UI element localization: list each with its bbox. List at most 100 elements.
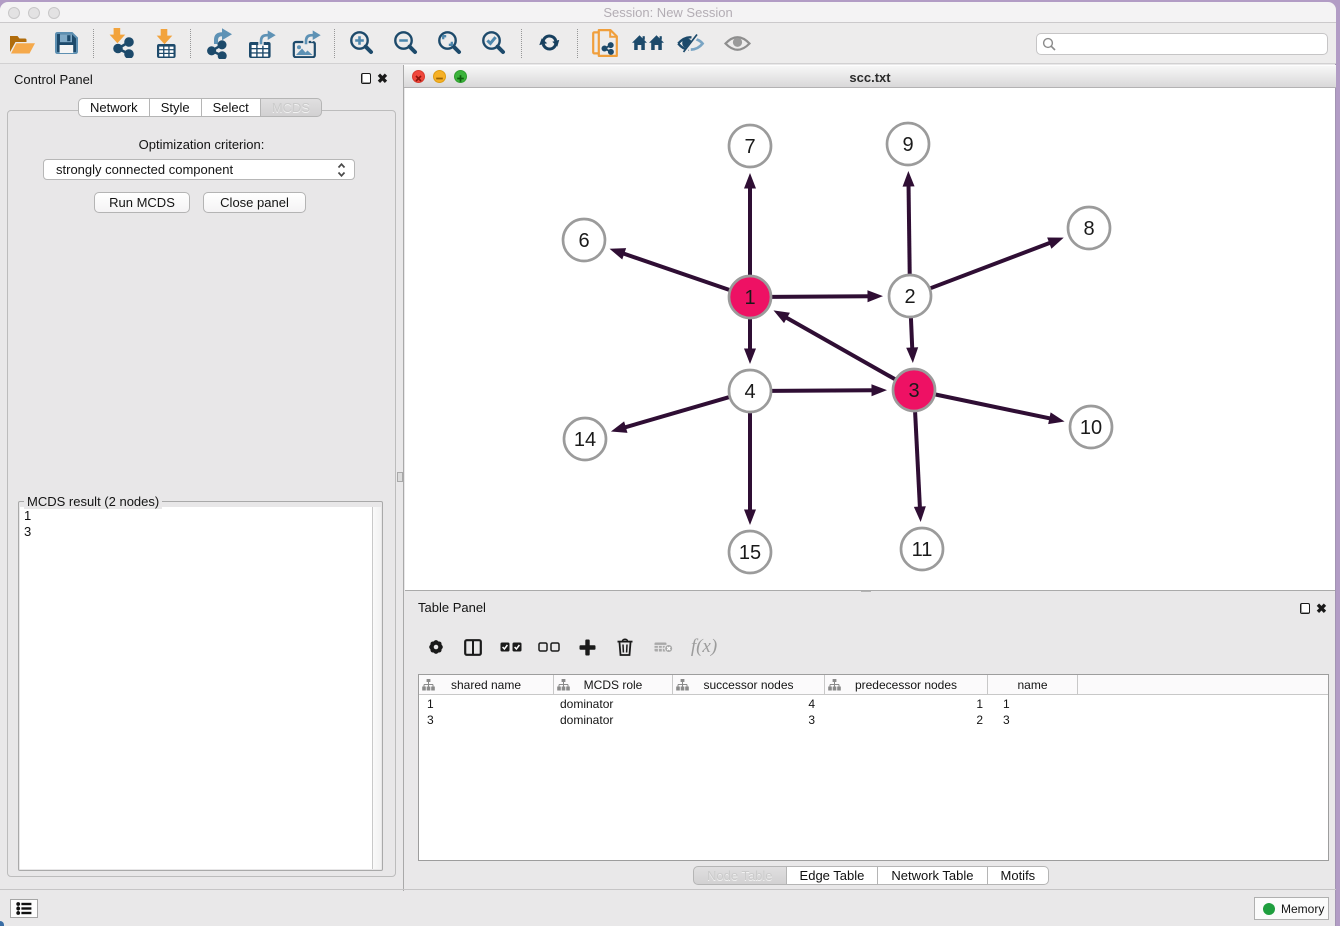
export-network-button[interactable]: [201, 25, 239, 61]
edge-2-8[interactable]: [931, 242, 1052, 288]
save-session-button[interactable]: [47, 25, 85, 61]
table-row[interactable]: 3dominator323: [419, 712, 1328, 728]
gear-button[interactable]: [418, 639, 454, 655]
column-header-label: MCDS role: [584, 678, 643, 692]
clone-network-button[interactable]: [586, 25, 624, 61]
table-cell: 1: [988, 696, 1078, 712]
import-network-button[interactable]: [103, 25, 141, 61]
task-history-icon: [16, 902, 32, 915]
status-bar-divider: [0, 889, 1336, 890]
select-all-button[interactable]: [492, 642, 530, 652]
node-label: 11: [912, 539, 933, 561]
deselect-all-button[interactable]: [530, 642, 568, 652]
edge-3-1[interactable]: [785, 317, 895, 379]
close-panel-button[interactable]: Close panel: [203, 192, 306, 213]
export-image-button[interactable]: [288, 25, 326, 61]
mcds-result-scrollbar[interactable]: [372, 507, 381, 869]
task-history-button[interactable]: [10, 899, 38, 918]
graph-node-10[interactable]: 10: [1070, 406, 1112, 448]
control-panel-tabs: NetworkStyleSelectMCDS: [78, 98, 322, 117]
show-all-button[interactable]: [718, 25, 756, 61]
function-builder-button[interactable]: f(x): [682, 636, 726, 658]
optimization-criterion-value: strongly connected component: [56, 162, 233, 177]
graph-node-2[interactable]: 2: [889, 275, 931, 317]
table-row[interactable]: 1dominator411: [419, 696, 1328, 712]
node-label: 9: [902, 134, 913, 156]
optimization-criterion-select[interactable]: strongly connected component: [43, 159, 355, 180]
save-session-icon: [55, 32, 78, 54]
refresh-layout-button[interactable]: [530, 25, 568, 61]
control-panel-close-button[interactable]: ✖: [377, 73, 388, 84]
tab-node-table[interactable]: Node Table: [693, 866, 787, 885]
memory-button[interactable]: Memory: [1254, 897, 1329, 920]
run-mcds-button[interactable]: Run MCDS: [94, 192, 190, 213]
add-column-button[interactable]: [568, 639, 606, 656]
table-panel-close-button[interactable]: ✖: [1316, 603, 1327, 614]
edge-arrowhead: [914, 506, 926, 522]
column-header-MCDS-role[interactable]: MCDS role: [554, 675, 673, 694]
delete-column-button[interactable]: [606, 638, 644, 656]
zoom-in-button[interactable]: [342, 25, 380, 61]
mcds-result-box: 13 MCDS result (2 nodes): [18, 501, 383, 871]
delete-table-button[interactable]: [644, 641, 682, 653]
edge-arrowhead: [1047, 237, 1064, 248]
split-columns-button[interactable]: [454, 639, 492, 656]
edge-1-2[interactable]: [772, 296, 870, 297]
reset-view-button[interactable]: [629, 25, 667, 61]
export-table-button[interactable]: [244, 25, 282, 61]
open-file-icon: [9, 33, 36, 54]
tab-network-table[interactable]: Network Table: [878, 866, 987, 885]
hide-selected-button[interactable]: [672, 25, 710, 61]
control-panel-float-button[interactable]: [361, 73, 371, 84]
tab-edge-table[interactable]: Edge Table: [787, 866, 879, 885]
edge-2-9[interactable]: [909, 184, 910, 274]
graph-node-7[interactable]: 7: [729, 125, 771, 167]
tab-style[interactable]: Style: [150, 98, 202, 117]
column-header-name[interactable]: name: [988, 675, 1078, 694]
zoom-selected-button[interactable]: [474, 25, 512, 61]
vertical-splitter-handle[interactable]: [397, 472, 403, 482]
graph-node-15[interactable]: 15: [729, 531, 771, 573]
vertical-splitter[interactable]: [403, 65, 404, 891]
edge-4-3[interactable]: [772, 390, 874, 391]
network-canvas[interactable]: 7 9 6 8 1 2 4 3 14 10 15 11: [405, 88, 1335, 591]
table-panel-float-button[interactable]: [1300, 603, 1310, 614]
tab-motifs[interactable]: Motifs: [988, 866, 1050, 885]
tab-select[interactable]: Select: [202, 98, 261, 117]
edge-1-6[interactable]: [622, 253, 729, 290]
import-table-button[interactable]: [147, 25, 185, 61]
column-header-predecessor-nodes[interactable]: predecessor nodes: [825, 675, 988, 694]
edge-4-14[interactable]: [624, 397, 729, 428]
column-header-shared-name[interactable]: shared name: [419, 675, 554, 694]
column-type-icon: [557, 679, 570, 691]
graph-node-11[interactable]: 11: [901, 528, 943, 570]
open-file-button[interactable]: [3, 25, 41, 61]
table-toolbar: f(x): [418, 630, 726, 664]
search-input[interactable]: [1060, 37, 1327, 51]
search-box[interactable]: [1036, 33, 1328, 55]
gear-icon: [428, 639, 444, 655]
column-header-successor-nodes[interactable]: successor nodes: [673, 675, 825, 694]
mcds-result-text[interactable]: 13: [20, 507, 381, 869]
network-window-title: scc.txt: [404, 70, 1336, 85]
edge-2-3[interactable]: [911, 318, 912, 350]
graph-node-4[interactable]: 4: [729, 370, 771, 412]
graph-node-6[interactable]: 6: [563, 219, 605, 261]
node-label: 15: [739, 542, 761, 564]
show-all-icon: [724, 36, 751, 51]
tab-network[interactable]: Network: [78, 98, 150, 117]
graph-node-1[interactable]: 1: [729, 276, 771, 318]
tab-mcds[interactable]: MCDS: [261, 98, 322, 117]
zoom-out-button[interactable]: [386, 25, 424, 61]
edge-arrowhead: [871, 384, 887, 396]
graph-node-8[interactable]: 8: [1068, 207, 1110, 249]
graph-node-14[interactable]: 14: [564, 418, 606, 460]
table-panel-tabs: Node TableEdge TableNetwork TableMotifs: [693, 866, 1049, 885]
zoom-fit-button[interactable]: [430, 25, 468, 61]
graph-node-3[interactable]: 3: [893, 369, 935, 411]
edge-3-10[interactable]: [936, 395, 1052, 419]
export-network-icon: [207, 28, 234, 59]
graph-node-9[interactable]: 9: [887, 123, 929, 165]
edge-3-11[interactable]: [915, 412, 920, 509]
optimization-criterion-label: Optimization criterion:: [7, 137, 396, 152]
